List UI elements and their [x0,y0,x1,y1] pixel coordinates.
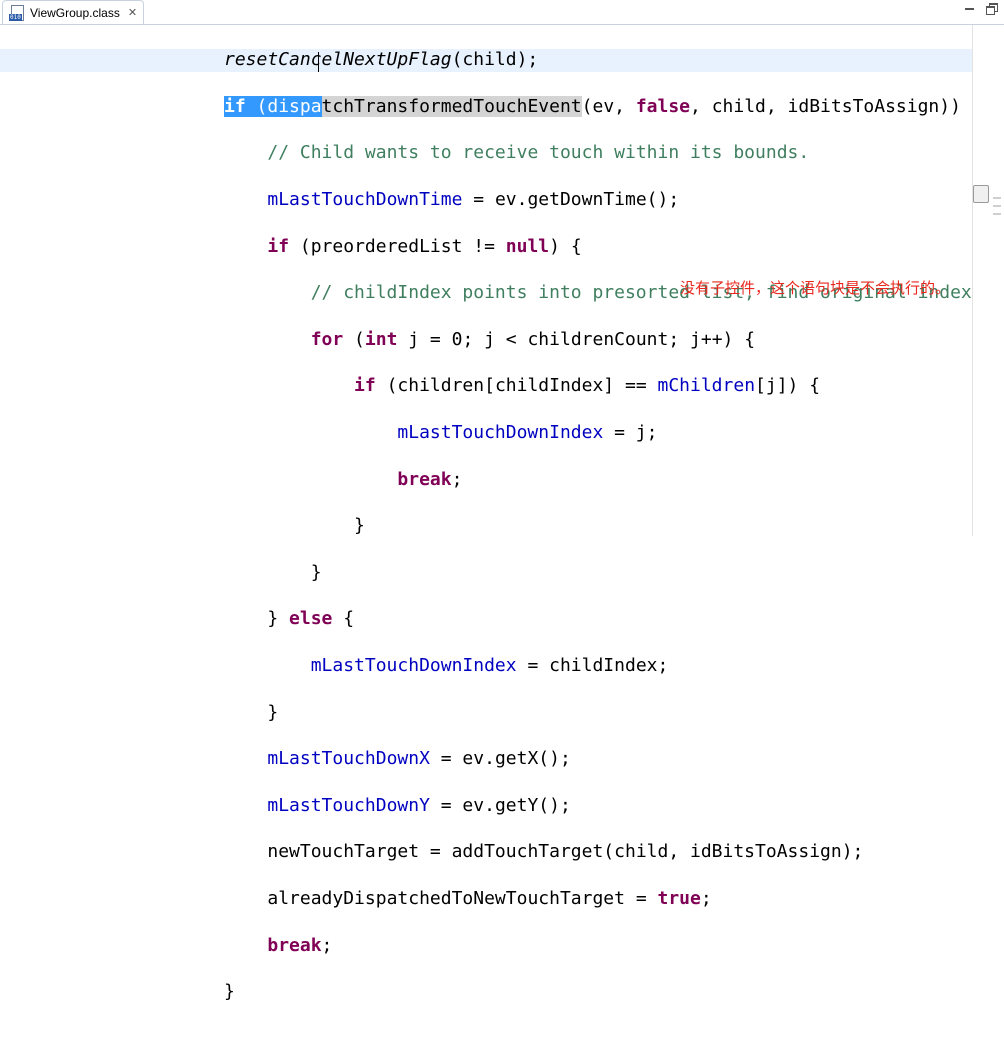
code-line: mLastTouchDownY = ev.getY(); [267,794,571,816]
code-line: break; [397,468,463,490]
code-editor[interactable]: resetCancelNextUpFlag(child); if (dispat… [0,25,983,1002]
restore-icon[interactable] [986,2,998,15]
code-line: for (int j = 0; j < childrenCount; j++) … [310,328,756,350]
code-line: resetCancelNextUpFlag(child); [224,49,539,71]
code-line: if (children[childIndex] == mChildren[j]… [354,375,821,397]
code-line: } [354,515,365,537]
code-line: if (preorderedList != null) { [267,235,582,257]
occurrence-highlight: tchTransformedTouchEvent [321,95,582,117]
class-file-icon: 010 [9,4,25,21]
ruler-marker[interactable] [993,213,1001,215]
text-selection: if (dispa [224,95,322,117]
window-controls [964,2,998,15]
editor-tab-bar: 010 ViewGroup.class ✕ [0,0,1004,25]
code-line: // Child wants to receive touch within i… [267,142,810,164]
code-line: mLastTouchDownX = ev.getX(); [267,748,571,770]
close-icon[interactable]: ✕ [128,6,137,19]
tab-title: ViewGroup.class [30,5,120,20]
code-line-current: if (dispatchTransformedTouchEvent(ev, fa… [224,95,983,117]
minimize-icon[interactable] [964,2,976,14]
code-text[interactable]: resetCancelNextUpFlag(child); if (dispat… [224,25,983,1050]
code-line: } [310,561,322,583]
scrollbar-thumb[interactable] [973,185,989,203]
code-line: } [224,981,235,1003]
tab-viewgroup-class[interactable]: 010 ViewGroup.class ✕ [2,0,144,24]
code-line: alreadyDispatchedToNewTouchTarget = true… [267,887,712,909]
code-line: mLastTouchDownIndex = childIndex; [310,655,669,677]
code-line: mLastTouchDownIndex = j; [397,422,658,444]
ruler-marker[interactable] [993,197,1001,199]
annotation-note: 没有子控件，这个语句块是不会执行的。 [680,279,951,297]
code-line: } [267,701,279,723]
code-line: newTouchTarget = addTouchTarget(child, i… [267,841,864,863]
code-line: break; [267,934,333,956]
text-caret [318,52,319,72]
ruler-marker[interactable] [993,205,1001,207]
overview-ruler[interactable] [972,25,1004,536]
code-line: mLastTouchDownTime = ev.getDownTime(); [267,189,680,211]
code-line: } else { [267,608,355,630]
